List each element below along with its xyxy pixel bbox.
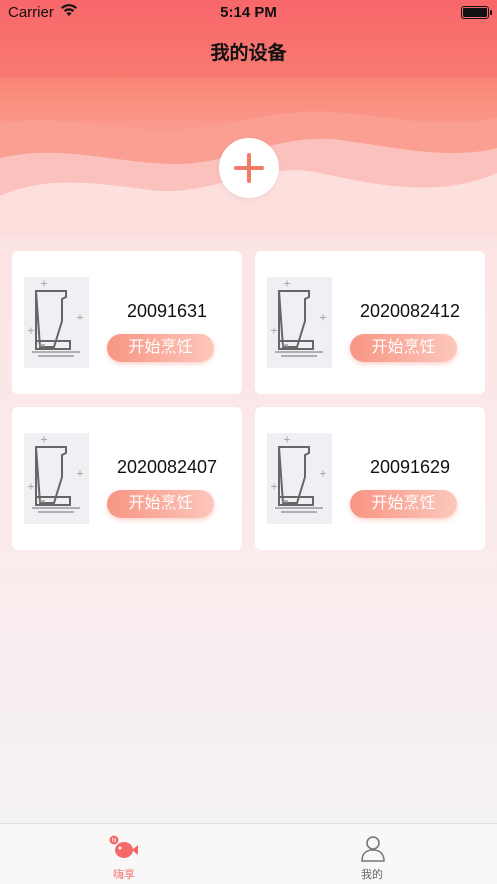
tab-mine[interactable]: 我的 bbox=[248, 824, 496, 884]
start-cooking-button[interactable]: 开始烹饪 bbox=[350, 490, 457, 518]
device-card[interactable]: 20091631 开始烹饪 bbox=[12, 251, 242, 394]
cooker-image bbox=[267, 433, 332, 524]
device-id: 20091629 bbox=[369, 457, 451, 477]
person-icon bbox=[361, 836, 385, 862]
device-id: 2020082412 bbox=[359, 301, 461, 321]
device-card[interactable]: 20091629 开始烹饪 bbox=[255, 407, 485, 550]
tab-label: 嗨享 bbox=[113, 869, 135, 881]
status-bar: Carrier 5:14 PM bbox=[0, 0, 497, 24]
start-cooking-button[interactable]: 开始烹饪 bbox=[107, 334, 214, 362]
device-card[interactable]: 2020082412 开始烹饪 bbox=[255, 251, 485, 394]
top-bar: Carrier 5:14 PM 我的设备 bbox=[0, 0, 497, 78]
clock: 5:14 PM bbox=[220, 4, 277, 21]
page-title: 我的设备 bbox=[210, 43, 287, 64]
device-id: 20091631 bbox=[126, 301, 208, 321]
start-cooking-button[interactable]: 开始烹饪 bbox=[350, 334, 457, 362]
tab-label: 我的 bbox=[361, 869, 383, 881]
battery-icon bbox=[461, 6, 492, 19]
add-device-button[interactable] bbox=[219, 138, 279, 198]
cooker-image bbox=[267, 277, 332, 368]
device-id: 2020082407 bbox=[116, 457, 218, 477]
cooker-image bbox=[24, 433, 89, 524]
cooker-image bbox=[24, 277, 89, 368]
start-cooking-button[interactable]: 开始烹饪 bbox=[107, 490, 214, 518]
tab-enjoy[interactable]: hi 嗨享 bbox=[0, 824, 248, 884]
svg-text:hi: hi bbox=[112, 838, 117, 844]
fish-icon: hi bbox=[109, 835, 138, 858]
tab-bar: hi 嗨享 我的 bbox=[0, 823, 497, 884]
device-card[interactable]: 2020082407 开始烹饪 bbox=[12, 407, 242, 550]
